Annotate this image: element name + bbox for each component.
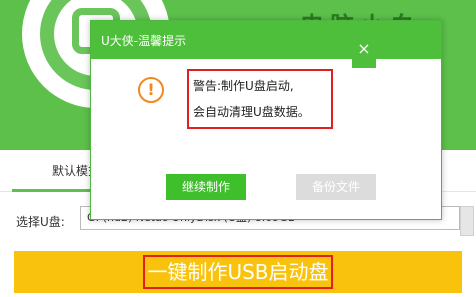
dialog-titlebar[interactable]: U大侠-温馨提示 [91,21,441,59]
warning-line-1: 警告:制作U盘启动, [193,79,294,93]
scrollbar[interactable] [460,206,474,236]
make-usb-boot-button[interactable]: 一键制作USB启动盘 [14,251,462,293]
backup-button[interactable]: 备份文件 [296,174,376,200]
warning-dialog: U大侠-温馨提示 ! 警告:制作U盘启动, 会自动清理U盘数据。 继续制作 备份… [90,20,442,220]
make-usb-boot-label: 一键制作USB启动盘 [143,255,333,289]
warning-icon: ! [138,77,164,103]
close-icon[interactable]: × [352,34,376,68]
tab-default-mode[interactable]: 默认模式 [12,150,96,192]
continue-button[interactable]: 继续制作 [166,174,246,200]
udisk-select-label: 选择U盘: [16,215,65,229]
warning-message: 警告:制作U盘启动, 会自动清理U盘数据。 [187,69,333,129]
warning-line-2: 会自动清理U盘数据。 [193,105,310,119]
dialog-title: U大侠-温馨提示 [101,34,187,48]
